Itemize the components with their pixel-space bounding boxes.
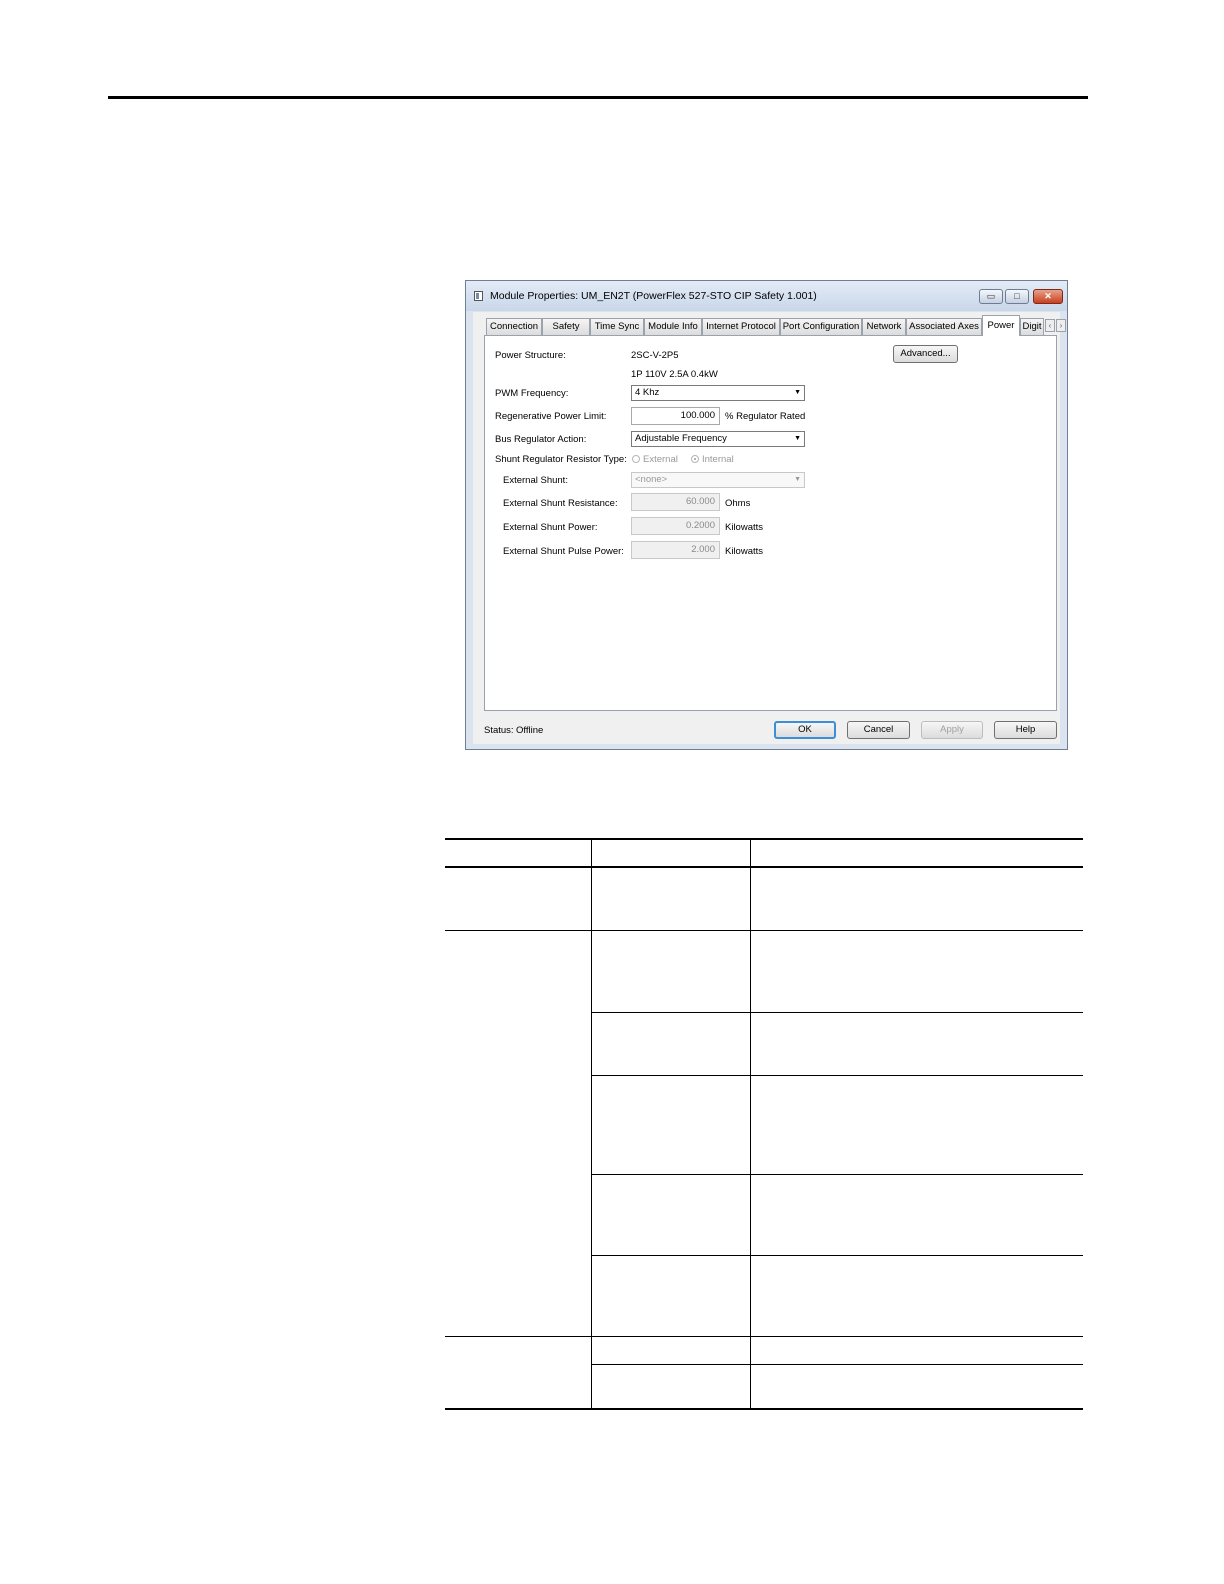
shunt-internal-label: Internal bbox=[702, 454, 734, 465]
external-shunt-resistance-unit: Ohms bbox=[725, 498, 751, 509]
app-icon bbox=[474, 291, 483, 301]
power-structure-detail: 1P 110V 2.5A 0.4kW bbox=[631, 369, 718, 380]
external-shunt-value: <none> bbox=[635, 474, 668, 485]
bus-regulator-action-select[interactable]: Adjustable Frequency ▼ bbox=[631, 431, 805, 447]
pwm-frequency-select[interactable]: 4 Khz ▼ bbox=[631, 385, 805, 401]
bus-regulator-action-value: Adjustable Frequency bbox=[635, 433, 727, 444]
tab-module-info[interactable]: Module Info bbox=[644, 318, 702, 335]
power-structure-label: Power Structure: bbox=[495, 350, 566, 361]
minimize-button[interactable]: ▭ bbox=[979, 289, 1003, 304]
ok-button[interactable]: OK bbox=[774, 721, 836, 739]
table-row-rule bbox=[591, 1012, 1083, 1013]
top-rule bbox=[108, 96, 1088, 99]
radio-selected-icon bbox=[691, 455, 699, 463]
table-row-rule bbox=[591, 1364, 1083, 1365]
help-button[interactable]: Help bbox=[994, 721, 1057, 739]
status-label: Status: bbox=[484, 725, 514, 736]
tab-scroll-right-icon[interactable]: › bbox=[1056, 319, 1066, 332]
tab-power[interactable]: Power bbox=[982, 315, 1020, 336]
external-shunt-power-label: External Shunt Power: bbox=[503, 522, 598, 533]
external-shunt-pulse-power-unit: Kilowatts bbox=[725, 546, 764, 557]
external-shunt-power-input[interactable]: 0.2000 bbox=[631, 517, 720, 535]
close-button[interactable]: ✕ bbox=[1033, 289, 1063, 304]
tab-internet-protocol[interactable]: Internet Protocol bbox=[702, 318, 780, 335]
table-column-rule bbox=[750, 840, 751, 1410]
tab-digital[interactable]: Digit bbox=[1020, 318, 1044, 335]
chevron-down-icon: ▼ bbox=[794, 435, 801, 442]
table-row-rule bbox=[445, 930, 1083, 931]
cancel-button[interactable]: Cancel bbox=[847, 721, 910, 739]
external-shunt-label: External Shunt: bbox=[503, 475, 568, 486]
pwm-frequency-value: 4 Khz bbox=[635, 387, 660, 398]
bus-regulator-action-label: Bus Regulator Action: bbox=[495, 434, 587, 445]
table-row-rule bbox=[591, 1174, 1083, 1175]
shunt-resistor-type-label: Shunt Regulator Resistor Type: bbox=[495, 454, 627, 465]
table-row-rule bbox=[591, 1075, 1083, 1076]
maximize-button[interactable]: □ bbox=[1005, 289, 1029, 304]
regen-power-limit-unit: % Regulator Rated bbox=[725, 411, 806, 422]
tab-scroll-left-icon[interactable]: ‹ bbox=[1045, 319, 1055, 332]
external-shunt-resistance-label: External Shunt Resistance: bbox=[503, 498, 618, 509]
shunt-external-radio[interactable]: External bbox=[632, 454, 678, 465]
tab-connection[interactable]: Connection bbox=[486, 318, 542, 335]
regen-power-limit-label: Regenerative Power Limit: bbox=[495, 411, 607, 422]
tab-associated-axes[interactable]: Associated Axes bbox=[906, 318, 982, 335]
table-bottom-rule bbox=[445, 1408, 1083, 1410]
shunt-external-label: External bbox=[643, 454, 678, 465]
tab-time-sync[interactable]: Time Sync bbox=[590, 318, 644, 335]
pwm-frequency-label: PWM Frequency: bbox=[495, 388, 569, 399]
external-shunt-power-unit: Kilowatts bbox=[725, 522, 764, 533]
table-column-rule bbox=[591, 840, 592, 1410]
tab-network[interactable]: Network bbox=[862, 318, 906, 335]
radio-icon bbox=[632, 455, 640, 463]
table-row-rule bbox=[445, 1336, 1083, 1337]
table-top-rule bbox=[445, 838, 1083, 840]
external-shunt-select[interactable]: <none> ▼ bbox=[631, 472, 805, 488]
external-shunt-pulse-power-input[interactable]: 2.000 bbox=[631, 541, 720, 559]
tab-port-configuration[interactable]: Port Configuration bbox=[780, 318, 862, 335]
external-shunt-pulse-power-label: External Shunt Pulse Power: bbox=[503, 546, 624, 557]
table-header-rule bbox=[445, 866, 1083, 868]
chevron-down-icon: ▼ bbox=[794, 389, 801, 396]
apply-button[interactable]: Apply bbox=[921, 721, 983, 739]
regen-power-limit-input[interactable]: 100.000 bbox=[631, 407, 720, 425]
external-shunt-resistance-input[interactable]: 60.000 bbox=[631, 493, 720, 511]
power-structure-value: 2SC-V-2P5 bbox=[631, 350, 679, 361]
tab-safety[interactable]: Safety bbox=[542, 318, 590, 335]
table-row-rule bbox=[591, 1255, 1083, 1256]
dialog-title: Module Properties: UM_EN2T (PowerFlex 52… bbox=[490, 290, 817, 302]
advanced-button[interactable]: Advanced... bbox=[893, 345, 958, 363]
shunt-internal-radio[interactable]: Internal bbox=[691, 454, 734, 465]
module-properties-dialog: Module Properties: UM_EN2T (PowerFlex 52… bbox=[465, 280, 1068, 750]
title-bar: Module Properties: UM_EN2T (PowerFlex 52… bbox=[466, 281, 1067, 311]
chevron-down-icon: ▼ bbox=[794, 476, 801, 483]
status-value: Offline bbox=[516, 725, 544, 736]
